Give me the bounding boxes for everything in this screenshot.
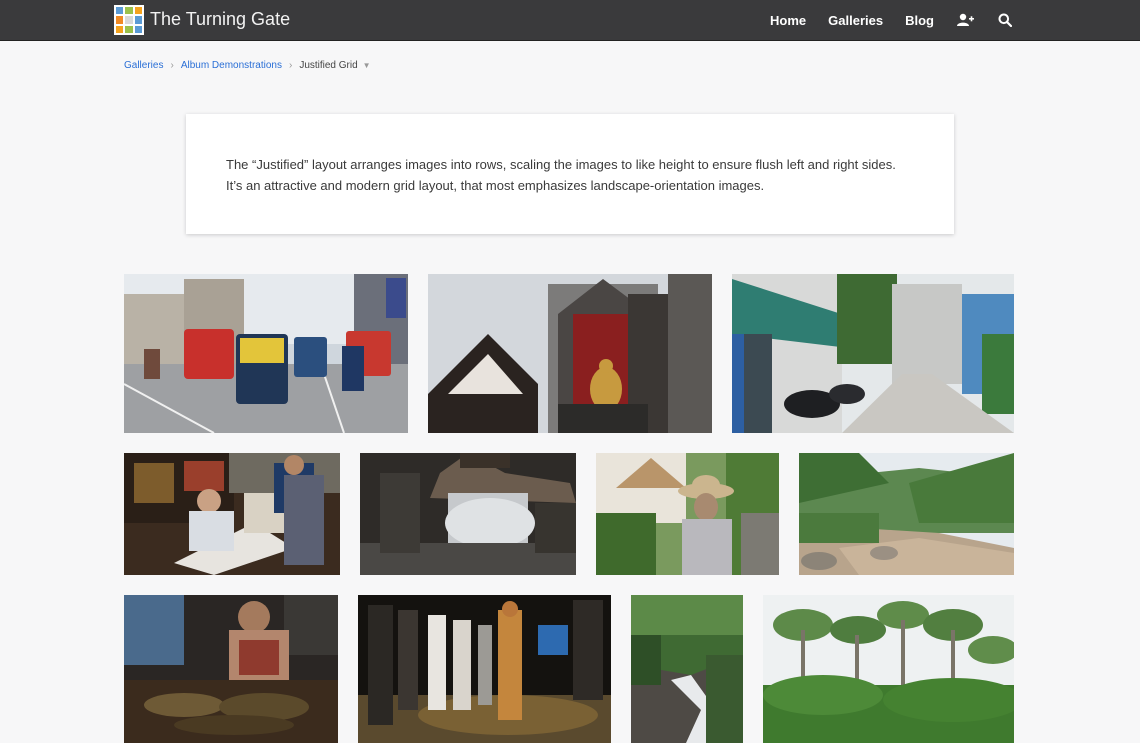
add-user-icon[interactable] <box>956 11 974 29</box>
breadcrumb-album-demonstrations[interactable]: Album Demonstrations <box>181 60 282 71</box>
logo-tile <box>116 25 124 33</box>
logo-tile <box>134 16 142 24</box>
photo-temple-shrine[interactable] <box>428 274 712 433</box>
photo-old-man-hat[interactable] <box>596 453 779 575</box>
photo-forest-canopy[interactable] <box>763 595 1014 743</box>
logo-tile <box>134 7 142 15</box>
breadcrumb: Galleries › Album Demonstrations › Justi… <box>124 60 371 71</box>
nav-galleries[interactable]: Galleries <box>828 13 883 28</box>
photo-newspaper-stand[interactable] <box>124 453 340 575</box>
photo-jungle-river[interactable] <box>799 453 1014 575</box>
logo-tile <box>116 7 124 15</box>
main-nav: Home Galleries Blog <box>770 0 1140 40</box>
search-icon[interactable] <box>996 11 1014 29</box>
photo-waterfall[interactable] <box>631 595 743 743</box>
logo-tile <box>116 16 124 24</box>
site-logo[interactable] <box>114 5 144 35</box>
photo-night-market-dancer[interactable] <box>358 595 611 743</box>
logo-tile <box>125 7 133 15</box>
chevron-down-icon[interactable]: ▼ <box>363 61 371 70</box>
photo-street-food-vendor[interactable] <box>124 595 338 743</box>
nav-blog[interactable]: Blog <box>905 13 934 28</box>
nav-home[interactable]: Home <box>770 13 806 28</box>
top-navigation-bar: The Turning Gate Home Galleries Blog <box>0 0 1140 41</box>
chevron-right-icon: › <box>288 60 293 71</box>
photo-tuk-tuks-street[interactable] <box>124 274 408 433</box>
site-title[interactable]: The Turning Gate <box>150 9 290 30</box>
album-description: The “Justified” layout arranges images i… <box>226 157 896 193</box>
breadcrumb-galleries[interactable]: Galleries <box>124 60 163 71</box>
logo-tile <box>125 16 133 24</box>
photo-temple-reflection[interactable] <box>360 453 576 575</box>
photo-alley-motorbikes[interactable] <box>732 274 1014 433</box>
logo-tile <box>134 25 142 33</box>
chevron-right-icon: › <box>170 60 174 71</box>
logo-tile <box>125 25 133 33</box>
breadcrumb-current: Justified Grid <box>299 60 358 71</box>
album-description-card: The “Justified” layout arranges images i… <box>186 114 954 234</box>
